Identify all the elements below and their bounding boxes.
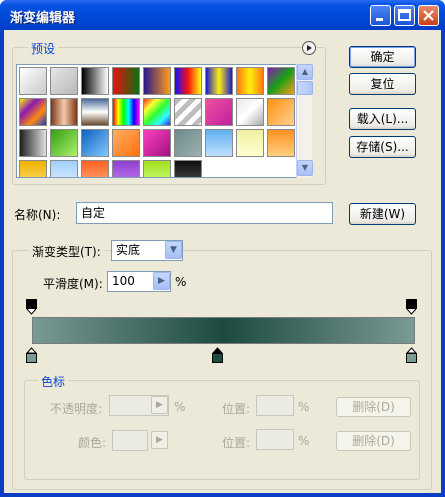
preset-swatch-pink-violet[interactable] — [205, 98, 233, 126]
preset-swatch-foreground-to-transparent[interactable] — [50, 67, 78, 95]
color-stop-icon — [211, 347, 224, 363]
color-label: 颜色: — [78, 436, 107, 450]
preset-swatch-spectrum[interactable] — [112, 98, 140, 126]
save-button[interactable]: 存储(S)... — [349, 136, 416, 158]
circle-arrow-right-icon — [307, 45, 312, 51]
opacity-input[interactable]: ▶ — [109, 395, 169, 416]
preset-swatch-violet-green-orange[interactable] — [267, 67, 295, 95]
preset-swatch-gold[interactable] — [19, 160, 47, 177]
opacity-unit: % — [174, 400, 186, 414]
smoothness-slider-button[interactable]: ▶ — [153, 272, 170, 290]
presets-menu-button[interactable] — [302, 41, 316, 55]
preset-swatch-black-1[interactable] — [174, 160, 202, 177]
smoothness-input[interactable]: 100 ▶ — [107, 271, 171, 292]
preset-swatch-transparent-rainbow[interactable] — [143, 98, 171, 126]
preset-swatch-chrome[interactable] — [81, 98, 109, 126]
preset-swatch-orange-yellow-orange[interactable] — [236, 67, 264, 95]
preset-swatch-blue-yellow-blue[interactable] — [205, 67, 233, 95]
preset-swatch-teal-gray[interactable] — [174, 129, 202, 157]
preset-swatch-blue-red-yellow[interactable] — [174, 67, 202, 95]
color-stop-group — [24, 380, 420, 480]
dialog-body: 预设 ▲ ▼ 确定 复位 载入(L)... 存储(S)... 名称(N): 自定… — [4, 30, 441, 493]
color-stop-middle-selected[interactable] — [211, 347, 224, 363]
color-position-input[interactable] — [256, 429, 294, 450]
scroll-down-arrow[interactable]: ▼ — [297, 160, 313, 176]
color-delete-button[interactable]: 删除(D) — [336, 431, 411, 451]
preset-swatch-transparent-stripes[interactable] — [174, 98, 202, 126]
color-stop-right[interactable] — [405, 347, 418, 363]
new-button[interactable]: 新建(W) — [349, 203, 416, 225]
preset-scrollbar[interactable]: ▲ ▼ — [296, 64, 313, 178]
preset-swatch-foreground-to-background[interactable] — [19, 67, 47, 95]
color-stop-left[interactable] — [25, 347, 38, 363]
opacity-slider-button[interactable]: ▶ — [151, 396, 168, 414]
opacity-position-label: 位置: — [222, 402, 251, 416]
gradient-type-select[interactable]: 实底 ▼ — [111, 240, 183, 261]
ok-button[interactable]: 确定 — [349, 46, 416, 68]
maximize-button[interactable] — [394, 5, 415, 26]
opacity-stop-icon — [26, 299, 37, 315]
scroll-up-arrow[interactable]: ▲ — [297, 64, 313, 80]
preset-swatch-copper[interactable] — [50, 98, 78, 126]
preset-swatch-green-1[interactable] — [50, 129, 78, 157]
preset-swatch-light-blue[interactable] — [205, 129, 233, 157]
close-icon — [423, 10, 434, 21]
color-stop-icon — [25, 347, 38, 363]
preset-swatch-lime[interactable] — [143, 160, 171, 177]
chevron-down-icon[interactable]: ▼ — [165, 241, 182, 259]
preset-swatch-yellow-violet-orange-blue[interactable] — [19, 98, 47, 126]
reset-button[interactable]: 复位 — [349, 73, 416, 95]
preset-swatch-black-white[interactable] — [81, 67, 109, 95]
gradient-preview-bar[interactable] — [32, 317, 415, 344]
preset-swatch-orange-3[interactable] — [267, 129, 295, 157]
minimize-button[interactable] — [370, 5, 391, 26]
window-title: 渐变编辑器 — [10, 11, 76, 26]
preset-swatch-silver-1[interactable] — [236, 98, 264, 126]
opacity-label: 不透明度: — [50, 402, 103, 416]
color-position-label: 位置: — [222, 436, 251, 450]
opacity-position-input[interactable] — [256, 395, 294, 416]
preset-swatch-violet-orange[interactable] — [143, 67, 171, 95]
preset-swatch-orange-1[interactable] — [267, 98, 295, 126]
gradient-type-value: 实底 — [116, 243, 141, 257]
opacity-stop-right[interactable] — [406, 299, 417, 315]
preset-swatch-orange-red[interactable] — [81, 160, 109, 177]
preset-swatch-grid[interactable] — [16, 64, 310, 178]
close-button[interactable] — [418, 5, 439, 26]
opacity-delete-button[interactable]: 删除(D) — [336, 397, 411, 417]
color-position-unit: % — [298, 434, 310, 448]
title-bar[interactable]: 渐变编辑器 — [0, 0, 445, 30]
color-swatch[interactable] — [112, 430, 148, 451]
preset-swatch-purple[interactable] — [112, 160, 140, 177]
color-menu-button[interactable]: ▶ — [151, 431, 168, 449]
preset-swatch-orange-2[interactable] — [112, 129, 140, 157]
preset-swatch-magenta-1[interactable] — [143, 129, 171, 157]
opacity-position-unit: % — [298, 400, 310, 414]
name-label: 名称(N): — [14, 208, 61, 222]
preset-swatch-pale-yellow[interactable] — [236, 129, 264, 157]
name-input[interactable]: 自定 — [76, 202, 333, 224]
smoothness-label: 平滑度(M): — [43, 277, 103, 291]
load-button[interactable]: 载入(L)... — [349, 108, 416, 130]
opacity-stop-left[interactable] — [26, 299, 37, 315]
smoothness-unit: % — [175, 275, 187, 289]
opacity-stop-icon — [406, 299, 417, 315]
preset-swatch-gray-black[interactable] — [19, 129, 47, 157]
preset-swatch-blue-1[interactable] — [81, 129, 109, 157]
minimize-icon — [376, 18, 383, 21]
color-stop-group-label: 色标 — [38, 373, 69, 390]
color-stop-icon — [405, 347, 418, 363]
scroll-thumb[interactable] — [297, 81, 313, 95]
preset-swatch-sky[interactable] — [50, 160, 78, 177]
gradient-editor-window: 渐变编辑器 预设 ▲ ▼ 确定 复位 载入(L)... 存储(S)... 名称(… — [0, 0, 445, 497]
smoothness-value: 100 — [112, 274, 135, 288]
preset-swatch-red-green[interactable] — [112, 67, 140, 95]
maximize-icon — [398, 9, 411, 21]
presets-label: 预设 — [28, 40, 59, 57]
gradient-type-label: 渐变类型(T): — [29, 243, 104, 260]
